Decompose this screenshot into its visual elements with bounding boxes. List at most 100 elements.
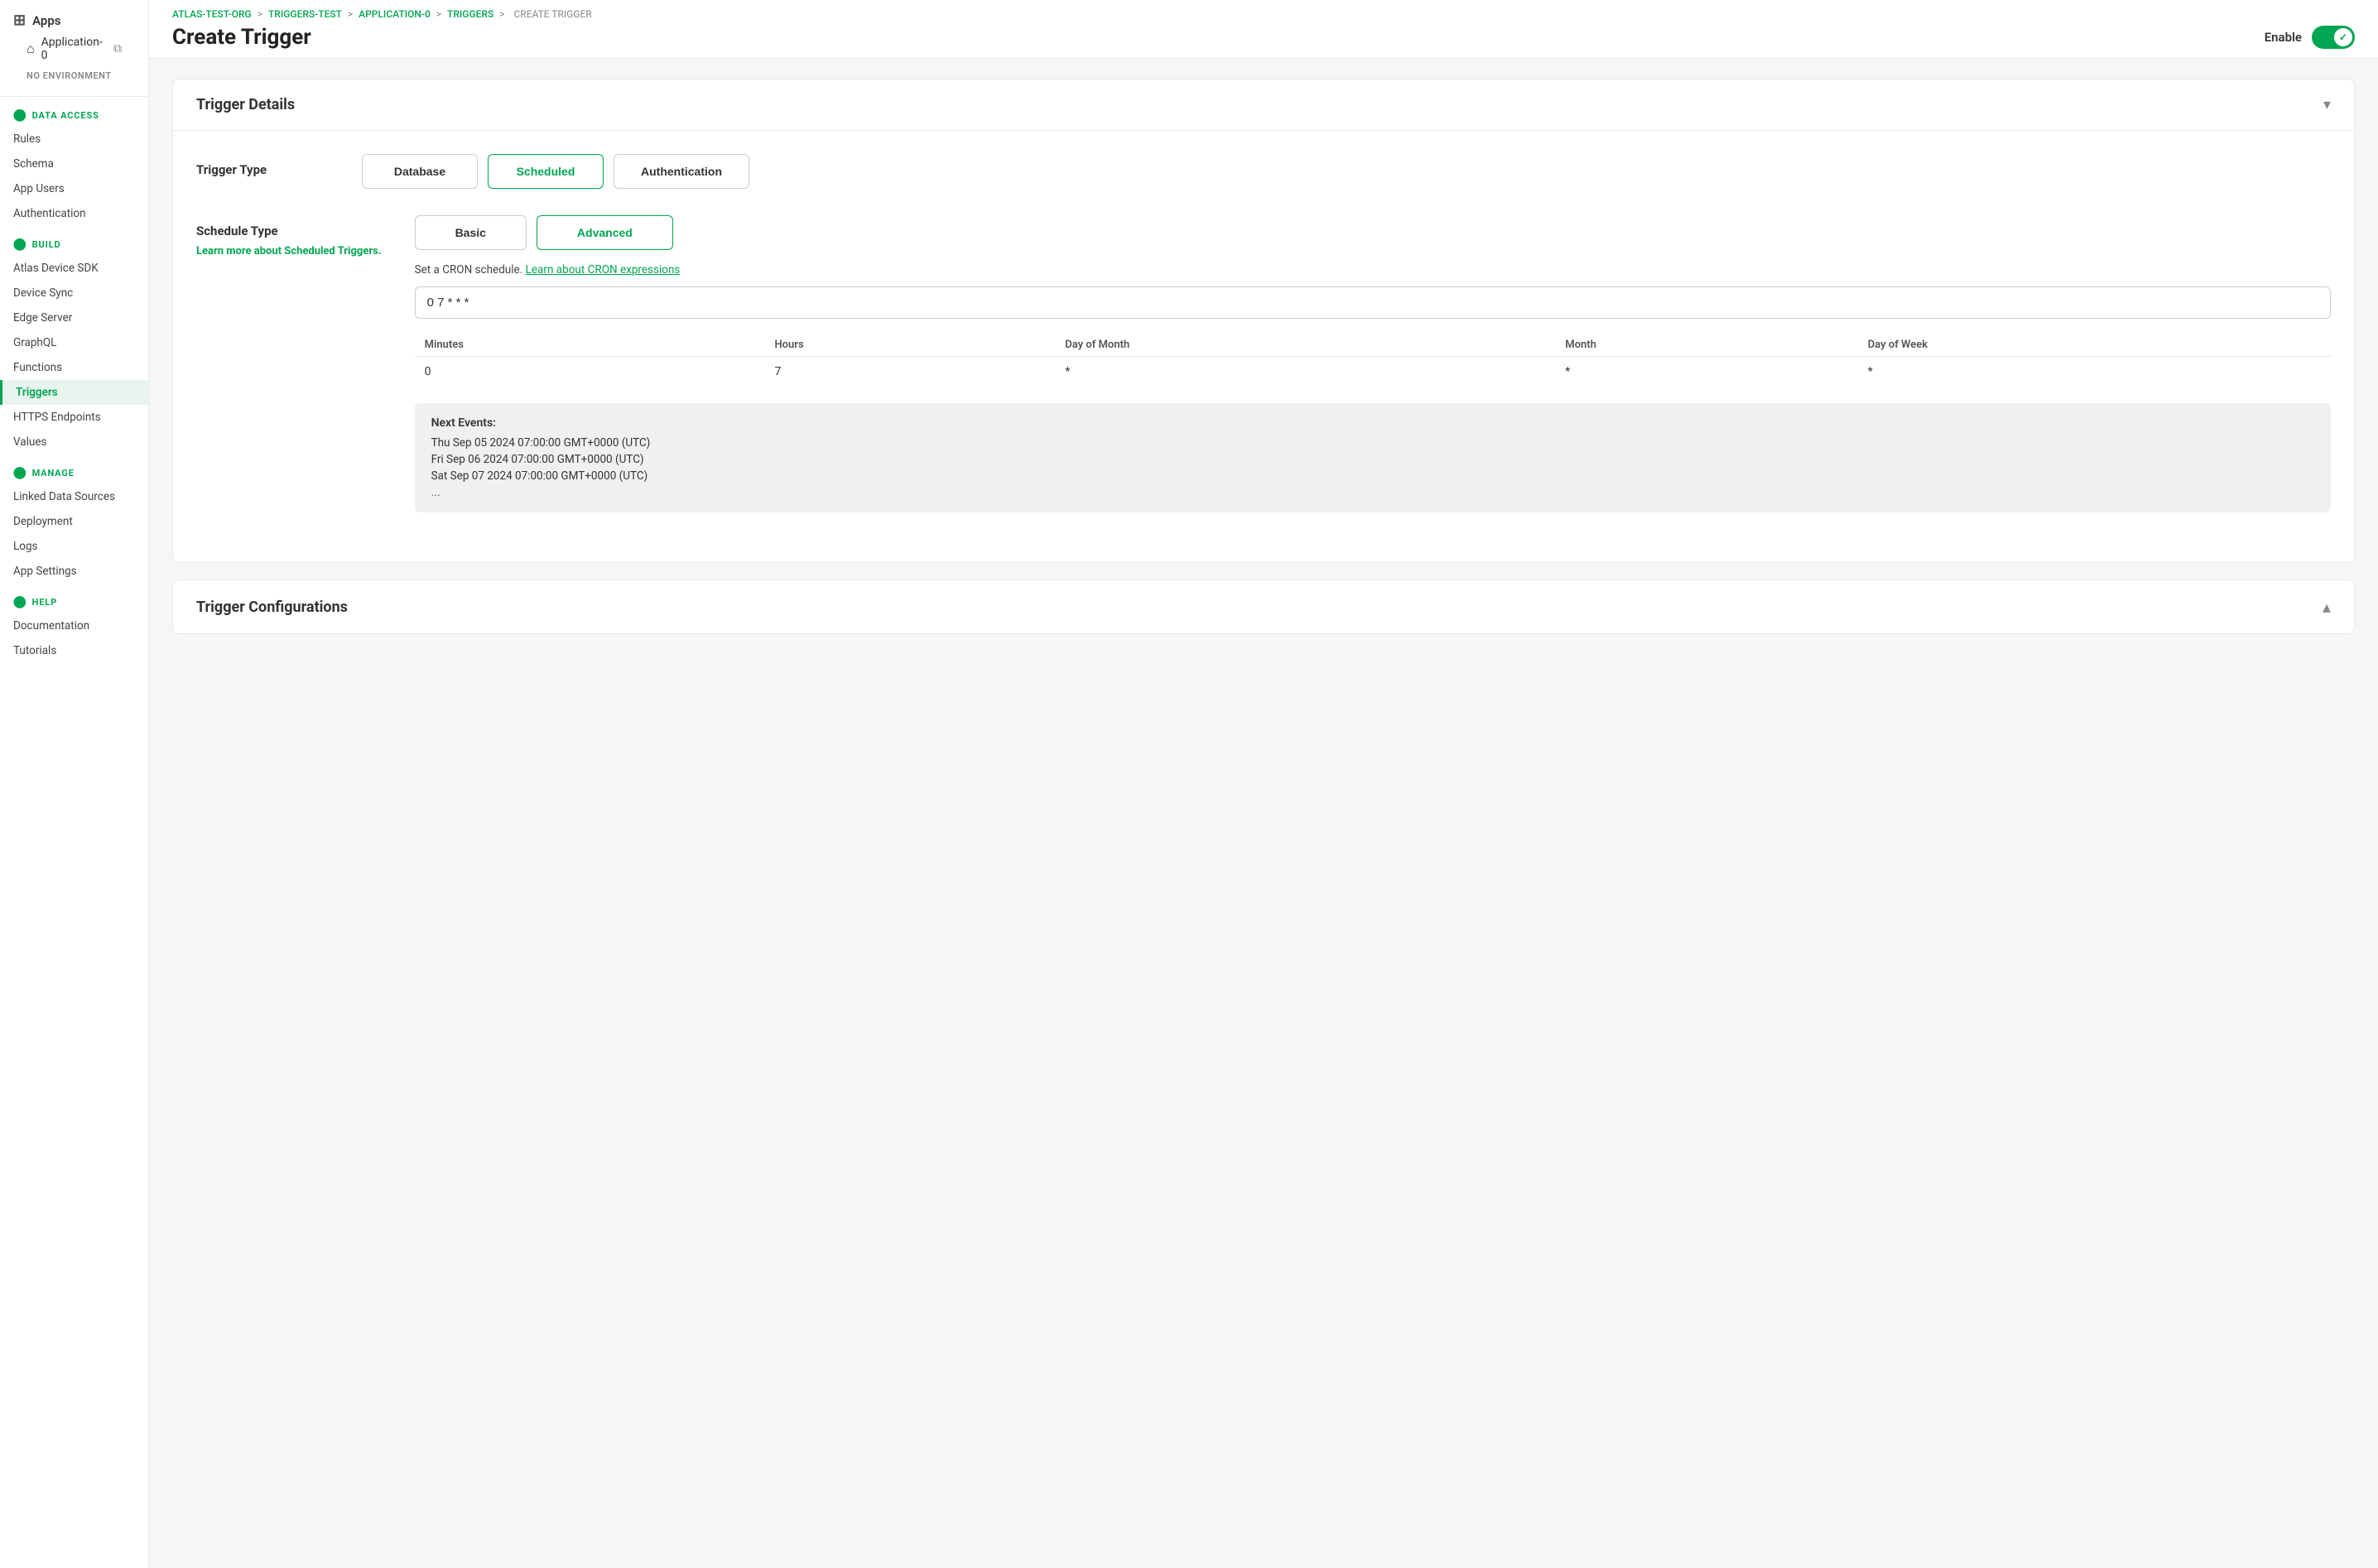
sidebar-item-values[interactable]: Values [0,430,148,455]
sidebar-item-triggers[interactable]: Triggers [0,380,148,405]
sidebar-item-atlas-device-sdk[interactable]: Atlas Device SDK [0,256,148,281]
breadcrumb-separator: > [345,8,355,20]
schedule-btn-advanced[interactable]: Advanced [537,215,673,250]
sidebar-item-documentation[interactable]: Documentation [0,613,148,638]
trigger-type-button-group: Database Scheduled Authentication [362,154,2331,189]
breadcrumb-separator: > [497,8,507,20]
sidebar-section-label-data-access: ⬤DATA ACCESS [0,97,148,127]
schedule-type-text: Schedule Type [196,224,278,238]
sidebar-item-device-sync[interactable]: Device Sync [0,281,148,305]
trigger-type-btn-authentication[interactable]: Authentication [614,154,749,189]
breadcrumb: ATLAS-TEST-ORG > TRIGGERS-TEST > APPLICA… [172,8,2355,20]
enable-label: Enable [2265,30,2302,45]
next-events-ellipsis: ... [431,486,2314,499]
sidebar-item-logs[interactable]: Logs [0,534,148,559]
trigger-details-header: Trigger Details ▾ [173,79,2354,131]
trigger-type-row: Trigger Type Database Scheduled Authentica… [196,154,2331,189]
breadcrumb-link-0[interactable]: ATLAS-TEST-ORG [172,8,252,20]
top-bar: ATLAS-TEST-ORG > TRIGGERS-TEST > APPLICA… [149,0,2378,59]
copy-icon[interactable]: ⧉ [113,42,122,55]
trigger-details-card: Trigger Details ▾ Trigger Type Database S… [172,79,2355,563]
learn-more-link[interactable]: Learn more about Scheduled Triggers. [196,245,382,257]
learn-cron-link[interactable]: Learn about CRON expressions [526,263,681,277]
breadcrumb-link-1[interactable]: TRIGGERS-TEST [268,8,342,20]
enable-toggle[interactable] [2312,26,2355,49]
learn-link: Learn more about Scheduled Triggers. [196,245,382,257]
trigger-type-btn-scheduled[interactable]: Scheduled [488,154,604,189]
cron-value-3: * [1555,357,1857,387]
schedule-type-row: Schedule Type Learn more about Scheduled… [196,215,2331,512]
sidebar-section-label-manage: ⬤MANAGE [0,455,148,484]
chevron-down-icon[interactable]: ▾ [2323,96,2331,113]
toggle-knob [2334,28,2352,46]
schedule-type-controls: Basic Advanced Set a CRON schedule. Learn… [415,215,2331,512]
apps-link[interactable]: ⊞ Apps [13,12,135,29]
trigger-configurations-card: Trigger Configurations ▴ [172,580,2355,634]
section-icon: ⬤ [13,466,27,479]
cron-desc-text: Set a CRON schedule. [415,263,523,277]
page-header: Create Trigger Enable [172,25,2355,50]
enable-row: Enable [2265,26,2355,49]
cron-table: MinutesHoursDay of MonthMonthDay of Week… [415,332,2331,387]
cron-col-header-1: Hours [764,332,1055,357]
schedule-type-label-el: Schedule Type Learn more about Scheduled… [196,215,382,257]
next-event-item: Fri Sep 06 2024 07:00:00 GMT+0000 (UTC) [431,453,2314,466]
breadcrumb-link-2[interactable]: APPLICATION-0 [359,8,431,20]
next-events-list: Thu Sep 05 2024 07:00:00 GMT+0000 (UTC) F… [431,436,2314,483]
cron-value-2: * [1055,357,1555,387]
next-events-label: Next Events: [431,416,2314,430]
env-badge: NO ENVIRONMENT [13,69,135,88]
sidebar-item-app-settings[interactable]: App Settings [0,559,148,584]
cron-value-1: 7 [764,357,1055,387]
section-icon: ⬤ [13,595,27,608]
sidebar-section-label-build: ⬤BUILD [0,226,148,256]
cron-description: Set a CRON schedule. Learn about CRON ex… [415,263,2331,277]
trigger-configurations-title: Trigger Configurations [196,599,348,616]
next-event-item: Sat Sep 07 2024 07:00:00 GMT+0000 (UTC) [431,469,2314,483]
trigger-type-label: Trigger Type [196,154,329,177]
next-event-item: Thu Sep 05 2024 07:00:00 GMT+0000 (UTC) [431,436,2314,450]
sidebar-item-functions[interactable]: Functions [0,355,148,380]
chevron-up-icon[interactable]: ▴ [2323,597,2331,617]
sidebar-item-graphql[interactable]: GraphQL [0,330,148,355]
trigger-type-btn-database[interactable]: Database [362,154,478,189]
cron-value-0: 0 [415,357,765,387]
sidebar-item-deployment[interactable]: Deployment [0,509,148,534]
grid-icon: ⊞ [13,12,26,29]
sidebar-item-authentication[interactable]: Authentication [0,201,148,226]
trigger-type-controls: Database Scheduled Authentication [362,154,2331,189]
next-events-box: Next Events: Thu Sep 05 2024 07:00:00 GM… [415,403,2331,512]
cron-col-header-2: Day of Month [1055,332,1555,357]
main-content: ATLAS-TEST-ORG > TRIGGERS-TEST > APPLICA… [149,0,2378,1568]
content-area: Trigger Details ▾ Trigger Type Database S… [149,59,2378,1568]
sidebar-top: ⊞ Apps ⌂ Application-0 ⧉ NO ENVIRONMENT [0,0,148,97]
sidebar-section-label-help: ⬤HELP [0,584,148,613]
sidebar-item-rules[interactable]: Rules [0,127,148,152]
sidebar-item-edge-server[interactable]: Edge Server [0,305,148,330]
app-row: ⌂ Application-0 ⧉ [13,29,135,69]
breadcrumb-current: CREATE TRIGGER [513,8,591,20]
sidebar-item-tutorials[interactable]: Tutorials [0,638,148,663]
sidebar: ⊞ Apps ⌂ Application-0 ⧉ NO ENVIRONMENT … [0,0,149,1568]
sidebar-item-schema[interactable]: Schema [0,152,148,176]
cron-col-header-4: Day of Week [1858,332,2331,357]
sidebar-sections: ⬤DATA ACCESSRulesSchemaApp UsersAuthenti… [0,97,148,663]
section-icon: ⬤ [13,108,27,122]
sidebar-item-linked-data-sources[interactable]: Linked Data Sources [0,484,148,509]
cron-input[interactable] [415,286,2331,319]
home-icon: ⌂ [26,41,35,57]
trigger-details-body: Trigger Type Database Scheduled Authentica… [173,131,2354,562]
apps-label: Apps [32,13,60,28]
breadcrumb-link-3[interactable]: TRIGGERS [447,8,493,20]
breadcrumb-separator: > [255,8,265,20]
cron-value-4: * [1858,357,2331,387]
sidebar-item-https-endpoints[interactable]: HTTPS Endpoints [0,405,148,430]
sidebar-item-app-users[interactable]: App Users [0,176,148,201]
schedule-btn-basic[interactable]: Basic [415,215,527,250]
cron-col-header-0: Minutes [415,332,765,357]
app-name: Application-0 [41,36,107,62]
cron-col-header-3: Month [1555,332,1857,357]
trigger-configurations-header: Trigger Configurations ▴ [173,580,2354,633]
page-title: Create Trigger [172,25,311,50]
trigger-details-title: Trigger Details [196,96,295,113]
